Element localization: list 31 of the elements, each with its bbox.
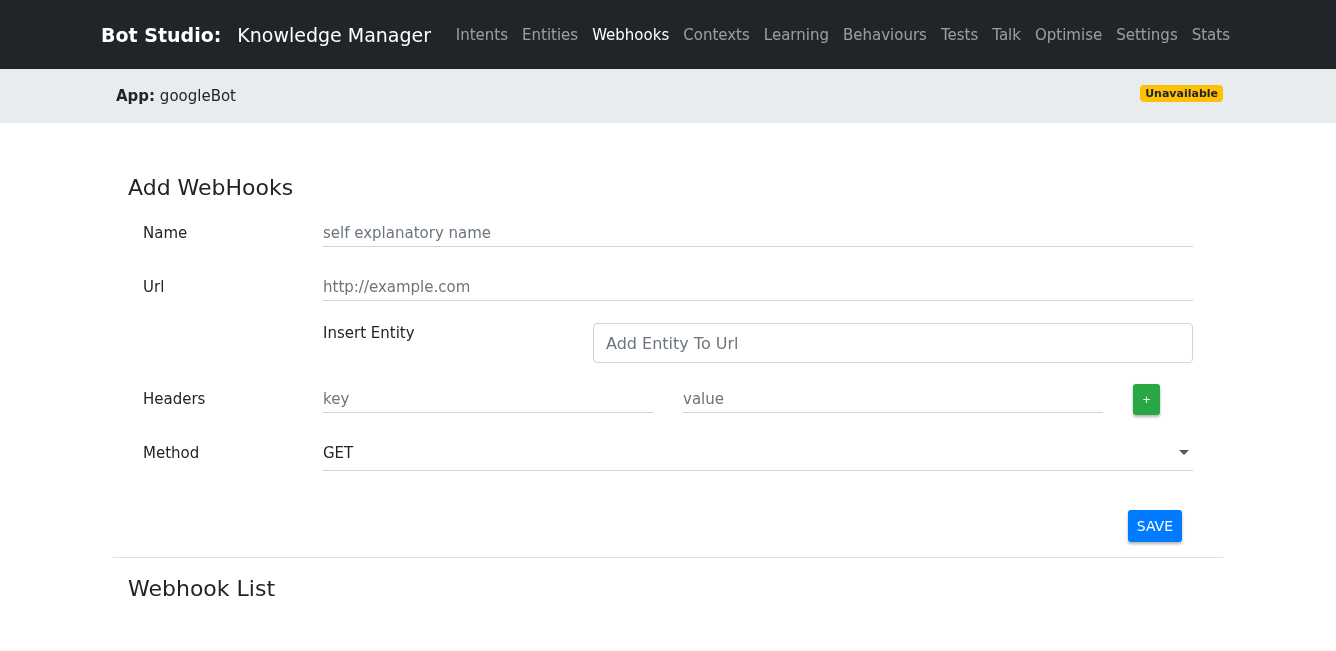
entity-input[interactable]: Add Entity To Url [593,323,1193,363]
add-button[interactable]: + [1133,383,1160,415]
nav-link[interactable]: Tests [934,25,985,44]
field-label: Headers [143,390,207,408]
nav-link[interactable]: Behaviours [836,25,933,44]
caret-icon [1179,450,1189,455]
method-select[interactable]: GET [323,435,1193,471]
field-label: Name [143,224,189,242]
nav-link[interactable]: Entities [516,25,585,44]
field-label: Insert Entity [323,323,416,342]
app-subtitle: Knowledge Manager [237,23,432,46]
section-heading: Webhook List [127,575,277,603]
nav-link[interactable]: Contexts [677,25,756,44]
nav-link[interactable]: Intents [449,25,514,44]
key-input[interactable]: key [323,385,653,413]
nav-link[interactable]: Stats [1185,25,1236,44]
brand-title[interactable]: Bot Studio: [101,23,222,46]
value-input[interactable]: value [683,385,1103,413]
nav-link[interactable]: Webhooks [586,25,676,44]
name-input[interactable]: self explanatory name [323,219,1193,247]
status-badge: Unavailable [1140,84,1223,102]
nav-link[interactable]: Optimise [1028,25,1109,44]
section-heading: Add WebHooks [127,174,295,202]
save-button[interactable]: SAVE [1127,510,1182,542]
nav-link[interactable]: Learning [757,25,835,44]
url-input[interactable]: http://example.com [323,273,1193,301]
field-label: Url [143,278,166,296]
field-label: Method [143,444,201,462]
nav-link[interactable]: Settings [1110,25,1184,44]
app-name: App: googleBot [116,87,236,105]
nav-link[interactable]: Talk [986,25,1027,44]
